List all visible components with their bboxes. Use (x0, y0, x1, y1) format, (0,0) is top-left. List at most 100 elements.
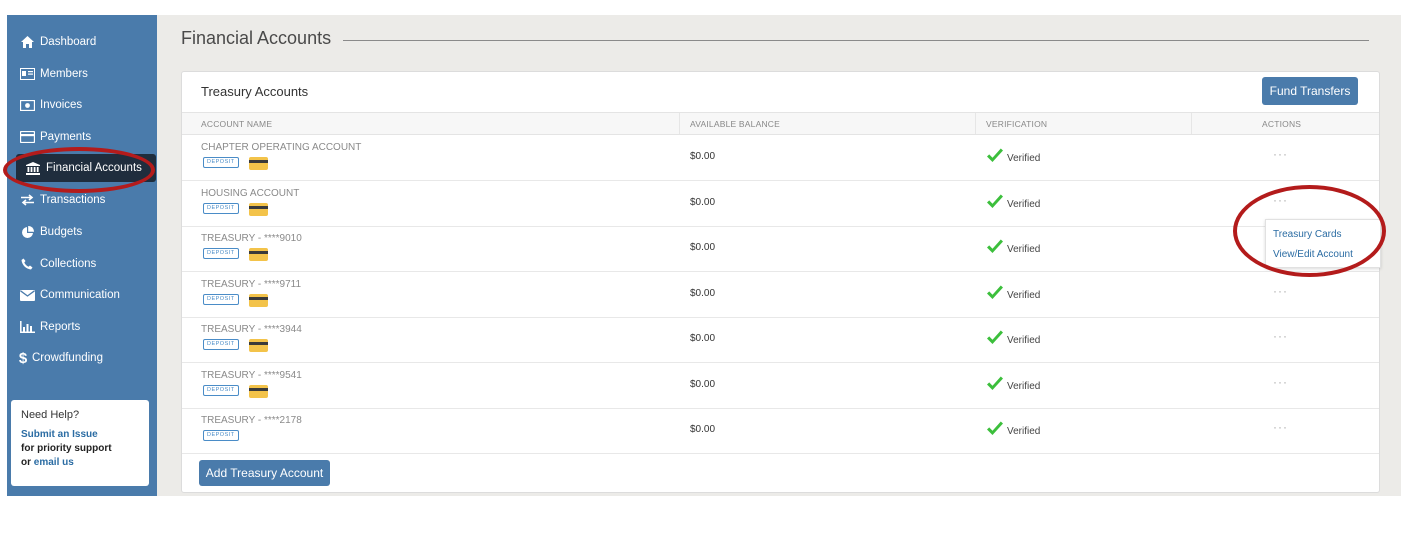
sidebar-item-financial-accounts[interactable]: Financial Accounts (16, 154, 156, 182)
table-row: TREASURY - ****9010 DEPOSIT $0.00 Verified (182, 226, 1379, 272)
treasury-card-icon (249, 339, 268, 352)
phone-icon (18, 258, 36, 270)
menu-item-view-edit-account[interactable]: View/Edit Account (1273, 249, 1353, 260)
treasury-card-icon (249, 202, 268, 216)
column-divider (1191, 113, 1192, 134)
sidebar-item-label: Collections (40, 258, 97, 270)
sidebar-item-label: Members (40, 68, 88, 80)
row-actions-menu-icon[interactable]: ··· (1273, 329, 1288, 343)
sidebar-item-label: Communication (40, 289, 120, 301)
account-name: TREASURY - ****3944 (201, 324, 302, 335)
sidebar-item-dashboard[interactable]: Dashboard (7, 28, 157, 56)
table-row: TREASURY - ****9541 DEPOSIT $0.00 Verified ·… (182, 363, 1379, 409)
sidebar-item-label: Payments (40, 131, 92, 143)
treasury-card-icon (249, 293, 268, 307)
page-title: Financial Accounts (181, 28, 332, 48)
available-balance: $0.00 (690, 378, 716, 390)
or-text: or (21, 457, 31, 468)
available-balance: $0.00 (690, 333, 716, 344)
checkmark-icon (986, 330, 1004, 346)
row-actions-menu-icon[interactable]: ··· (1273, 284, 1288, 298)
card-title: Treasury Accounts (201, 84, 309, 99)
envelope-icon (18, 289, 36, 301)
deposit-badge: DEPOSIT (203, 157, 239, 168)
priority-support-text: for priority support (21, 443, 112, 454)
sidebar-item-invoices[interactable]: Invoices (7, 91, 157, 119)
sidebar-item-transactions[interactable]: Transactions (7, 186, 157, 214)
checkmark-icon (986, 239, 1004, 255)
available-balance: $0.00 (690, 196, 716, 208)
help-box: Need Help? Submit an Issue for priority … (11, 400, 149, 486)
treasury-card-icon (249, 248, 268, 261)
treasury-accounts-card: Treasury Accounts Fund Transfers ACCOUNT… (181, 71, 1381, 493)
deposit-badge: DEPOSIT (203, 293, 239, 305)
account-name: TREASURY - ****2178 (201, 415, 302, 426)
credit-card-icon (18, 131, 36, 143)
table-header: ACCOUNT NAME AVAILABLE BALANCE VERIFICAT… (182, 112, 1379, 135)
sidebar-item-label: Budgets (40, 226, 83, 238)
available-balance: $0.00 (690, 287, 716, 299)
title-divider (343, 40, 1369, 41)
column-divider (679, 113, 680, 134)
verification-status: Verified (1007, 289, 1041, 301)
verification-status: Verified (1007, 426, 1041, 437)
menu-item-treasury-cards[interactable]: Treasury Cards (1273, 229, 1342, 240)
sidebar-item-communication[interactable]: Communication (7, 281, 157, 309)
row-actions-menu-icon[interactable]: ··· (1273, 193, 1288, 207)
sidebar-item-label: Dashboard (40, 36, 97, 48)
verification-status: Verified (1007, 153, 1041, 164)
submit-issue-link[interactable]: Submit an Issue (21, 429, 98, 440)
checkmark-icon (986, 148, 1004, 164)
deposit-badge: DEPOSIT (203, 430, 239, 441)
sidebar-item-payments[interactable]: Payments (7, 123, 157, 151)
fund-transfers-button[interactable]: Fund Transfers (1262, 77, 1358, 105)
checkmark-icon (986, 376, 1004, 392)
account-name: TREASURY - ****9711 (201, 278, 302, 290)
table-row: TREASURY - ****3944 DEPOSIT $0.00 Verified ·… (182, 317, 1379, 363)
verification-status: Verified (1007, 244, 1041, 255)
sidebar-item-budgets[interactable]: Budgets (7, 218, 157, 246)
checkmark-icon (986, 285, 1004, 301)
email-us-link[interactable]: email us (34, 457, 74, 468)
exchange-icon (18, 194, 36, 206)
bar-chart-icon (18, 321, 36, 333)
row-actions-menu-icon[interactable]: ··· (1273, 375, 1288, 389)
table-row: TREASURY - ****9711 DEPOSIT $0.00 Verified ·… (182, 272, 1379, 318)
sidebar-item-members[interactable]: Members (7, 60, 157, 88)
row-actions-menu-icon[interactable]: ··· (1273, 147, 1288, 161)
add-treasury-account-button[interactable]: Add Treasury Account (199, 460, 330, 486)
sidebar: Dashboard Members Invoices Payments Fina… (7, 15, 157, 496)
account-name: HOUSING ACCOUNT (201, 187, 300, 199)
sidebar-item-label: Crowdfunding (32, 352, 103, 364)
sidebar-item-label: Reports (40, 321, 81, 333)
bank-icon (24, 161, 42, 175)
account-name: TREASURY - ****9541 (201, 369, 302, 381)
row-actions-menu-icon[interactable]: ··· (1273, 420, 1288, 434)
column-header-available-balance[interactable]: AVAILABLE BALANCE (690, 119, 780, 129)
pie-chart-icon (18, 225, 36, 239)
dollar-icon: $ (18, 349, 28, 367)
table-row: TREASURY - ****2178 DEPOSIT $0.00 Verified ·… (182, 408, 1379, 454)
sidebar-item-label: Transactions (40, 194, 106, 206)
table-row: HOUSING ACCOUNT DEPOSIT $0.00 Verified ··· (182, 181, 1379, 227)
column-header-verification[interactable]: VERIFICATION (986, 119, 1047, 129)
account-name: TREASURY - ****9010 (201, 233, 302, 244)
verification-status: Verified (1007, 380, 1041, 392)
deposit-badge: DEPOSIT (203, 248, 239, 259)
sidebar-item-crowdfunding[interactable]: $ Crowdfunding (7, 344, 157, 372)
available-balance: $0.00 (690, 424, 716, 435)
table-row: CHAPTER OPERATING ACCOUNT DEPOSIT $0.00 Ver… (182, 135, 1379, 181)
available-balance: $0.00 (690, 151, 716, 162)
actions-dropdown-menu: Treasury Cards View/Edit Account (1265, 219, 1381, 268)
account-name: CHAPTER OPERATING ACCOUNT (201, 142, 362, 153)
column-header-account-name[interactable]: ACCOUNT NAME (201, 119, 272, 129)
available-balance: $0.00 (690, 242, 716, 253)
sidebar-item-label: Invoices (40, 99, 83, 111)
sidebar-item-reports[interactable]: Reports (7, 313, 157, 341)
help-title: Need Help? (21, 409, 80, 421)
verification-status: Verified (1007, 335, 1041, 346)
sidebar-item-collections[interactable]: Collections (7, 250, 157, 278)
checkmark-icon (986, 194, 1004, 210)
deposit-badge: DEPOSIT (203, 202, 239, 214)
treasury-card-icon (249, 157, 268, 170)
